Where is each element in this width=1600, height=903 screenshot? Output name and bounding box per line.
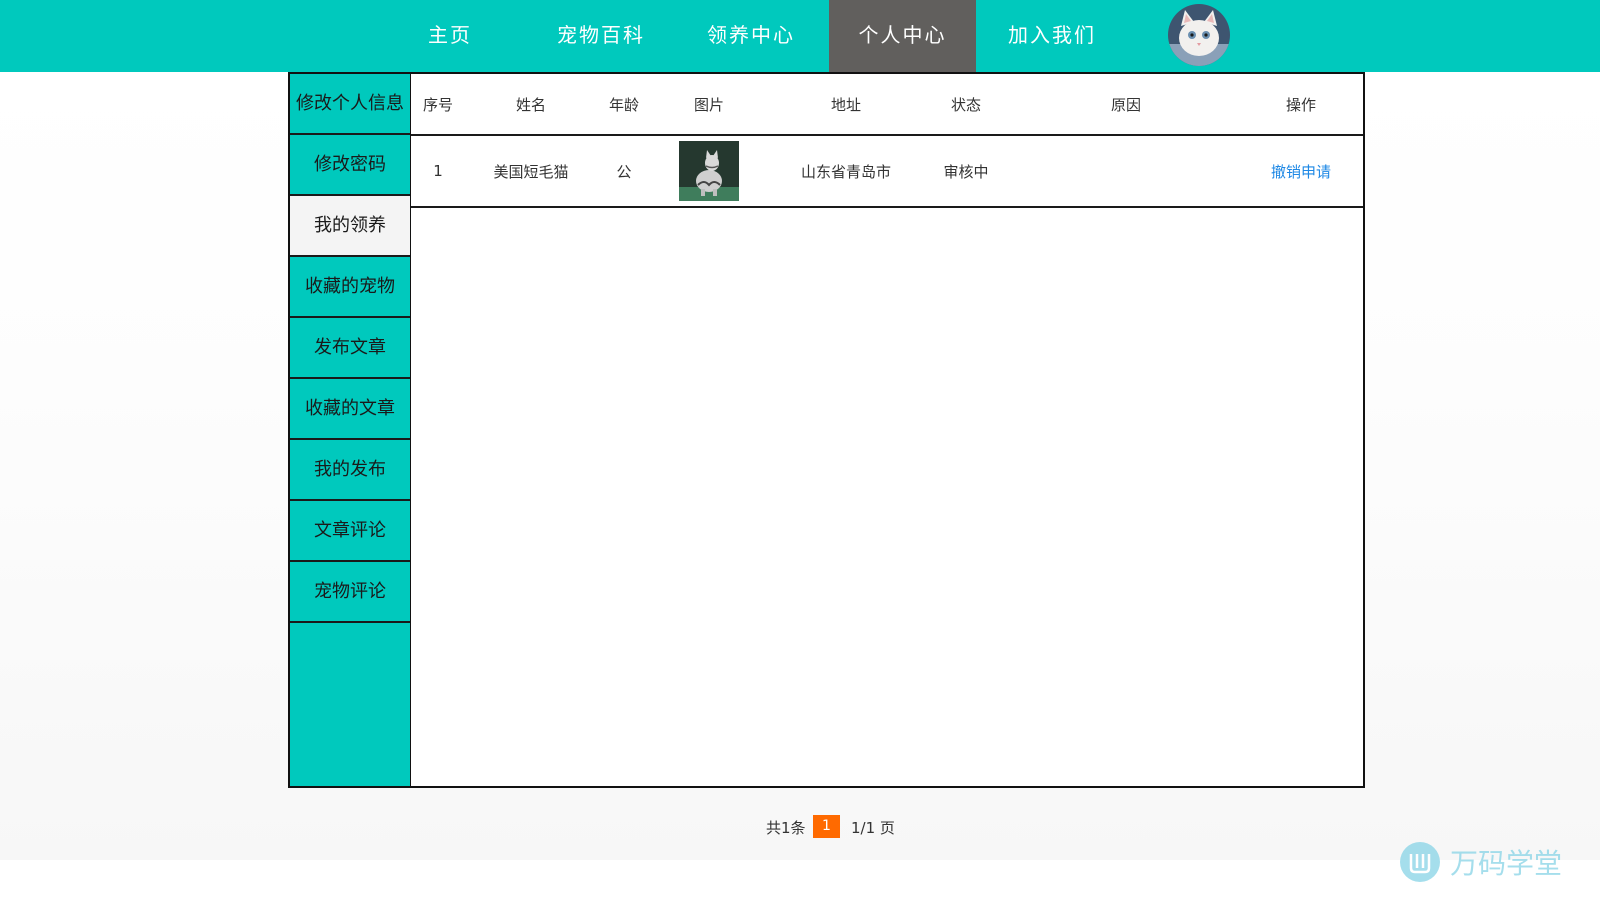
sidebar-item-change-password[interactable]: 修改密码 (290, 135, 410, 196)
header-name: 姓名 (515, 95, 546, 114)
cat-avatar-icon (1168, 4, 1230, 66)
pagination: 共1条 1 1/1 页 (0, 815, 1600, 839)
header-index: 序号 (422, 95, 453, 114)
header-reason: 原因 (1110, 95, 1141, 114)
header-image: 图片 (693, 95, 724, 114)
sidebar-item-my-posts[interactable]: 我的发布 (290, 440, 410, 501)
nav-personal-center[interactable]: 个人中心 (829, 0, 976, 72)
content-panel: 修改个人信息 修改密码 我的领养 收藏的宠物 发布文章 收藏的文章 我的发布 文… (288, 72, 1365, 788)
pagination-total: 共1条 (766, 819, 806, 837)
pagination-pages: 1/1 页 (851, 819, 895, 837)
pet-photo (679, 141, 739, 201)
table-header: 序号 姓名 年龄 图片 地址 状态 原因 操作 (411, 74, 1363, 136)
nav-join-us[interactable]: 加入我们 (996, 0, 1108, 72)
sidebar-item-favorite-articles[interactable]: 收藏的文章 (290, 379, 410, 440)
cancel-application-link[interactable]: 撤销申请 (1261, 136, 1341, 206)
row-age: 公 (616, 162, 632, 181)
row-index: 1 (433, 162, 443, 180)
top-navigation: 主页 宠物百科 领养中心 个人中心 加入我们 (0, 0, 1600, 72)
row-address: 山东省青岛市 (800, 162, 891, 181)
sidebar-menu: 修改个人信息 修改密码 我的领养 收藏的宠物 发布文章 收藏的文章 我的发布 文… (290, 74, 411, 786)
header-status: 状态 (950, 95, 981, 114)
sidebar-item-article-comments[interactable]: 文章评论 (290, 501, 410, 562)
header-age: 年龄 (608, 95, 639, 114)
sidebar-item-favorite-pets[interactable]: 收藏的宠物 (290, 257, 410, 318)
header-action: 操作 (1285, 95, 1316, 114)
nav-home[interactable]: 主页 (400, 0, 500, 72)
adoption-table: 序号 姓名 年龄 图片 地址 状态 原因 操作 1 美国短毛猫 公 山东省青岛市… (411, 74, 1363, 208)
sidebar-item-my-adoptions[interactable]: 我的领养 (290, 196, 410, 257)
row-name: 美国短毛猫 (493, 162, 569, 181)
header-address: 地址 (830, 95, 861, 114)
sidebar-item-publish-article[interactable]: 发布文章 (290, 318, 410, 379)
sidebar-item-pet-comments[interactable]: 宠物评论 (290, 562, 410, 623)
table-row: 1 美国短毛猫 公 山东省青岛市 审核中 撤销申请 (411, 136, 1363, 206)
nav-pet-encyclopedia[interactable]: 宠物百科 (546, 0, 656, 72)
watermark-text: 万码学堂 (1450, 847, 1563, 880)
row-reason (1091, 136, 1161, 206)
cancel-application-label[interactable]: 撤销申请 (1271, 161, 1331, 182)
row-image-cell (679, 136, 739, 206)
row-status: 审核中 (943, 162, 989, 181)
watermark-logo-icon (1400, 842, 1440, 882)
sidebar-item-edit-profile[interactable]: 修改个人信息 (290, 74, 410, 135)
page-button-current[interactable]: 1 (813, 815, 840, 838)
user-avatar[interactable] (1168, 4, 1230, 66)
watermark: 万码学堂 (1400, 842, 1562, 882)
cat-photo-icon (679, 141, 739, 201)
nav-adoption-center[interactable]: 领养中心 (695, 0, 807, 72)
